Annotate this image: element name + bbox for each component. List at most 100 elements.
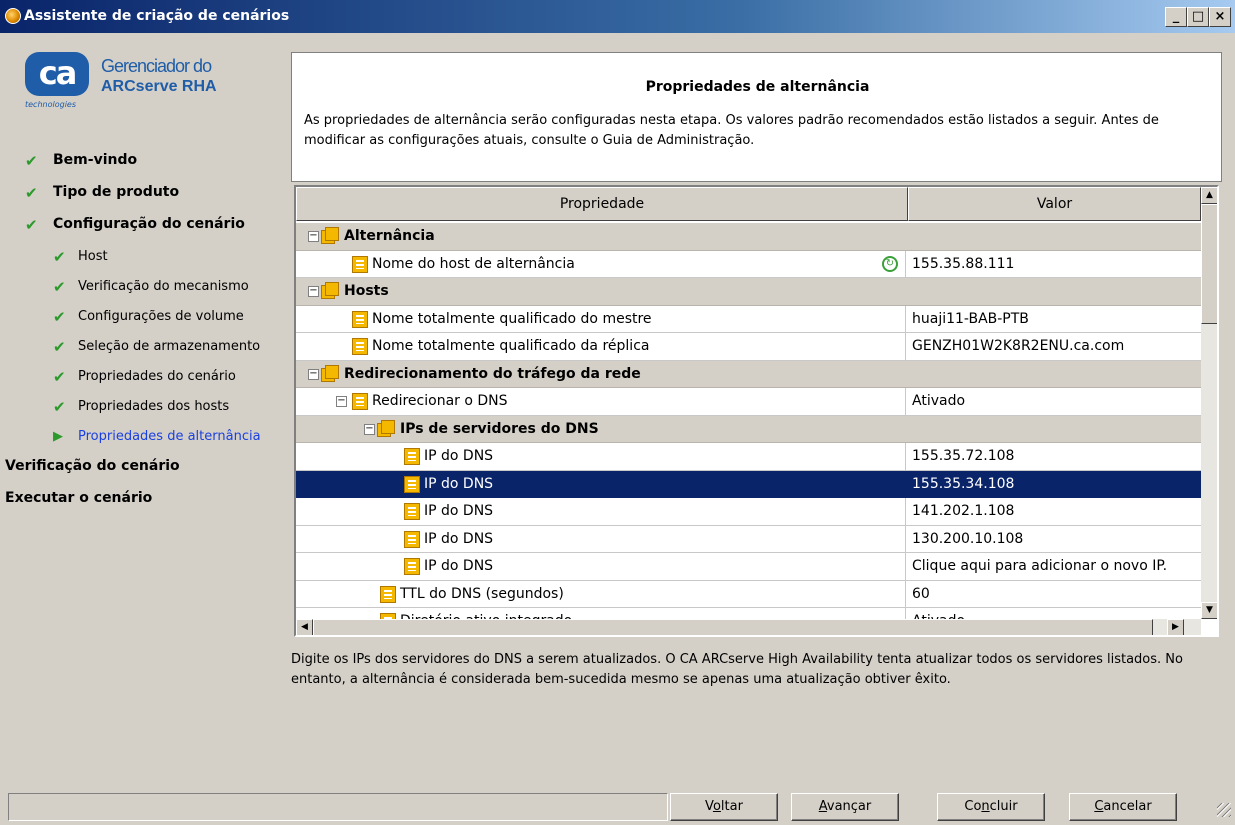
collapse-icon[interactable]: − <box>308 368 319 380</box>
check-icon: ✔ <box>53 308 66 326</box>
step-3[interactable]: ✔ Host <box>5 244 289 274</box>
grid-header: Propriedade Valor <box>296 187 1201 221</box>
value-cell[interactable]: 60 <box>906 581 1201 608</box>
property-label: IP do DNS <box>424 475 494 492</box>
step-6[interactable]: ✔ Seleção de armazenamento <box>5 334 289 364</box>
property-label: TTL do DNS (segundos) <box>400 585 564 602</box>
grid-property-row[interactable]: IP do DNS 130.200.10.108 <box>296 525 1201 553</box>
step-10[interactable]: Verificação do cenário <box>5 454 289 486</box>
property-help-text: Digite os IPs dos servidores do DNS a se… <box>291 652 1183 687</box>
value-cell[interactable]: 155.35.72.108 <box>906 443 1201 470</box>
ca-logo-tagline: technologies <box>25 100 76 109</box>
scroll-left-icon[interactable]: ◀ <box>296 619 313 635</box>
value-cell[interactable]: GENZH01W2K8R2ENU.ca.com <box>906 333 1201 360</box>
collapse-icon[interactable]: − <box>308 286 319 297</box>
step-list: ✔ Bem-vindo ✔ Tipo de produto ✔ Configuração … <box>5 148 289 518</box>
grid-property-row[interactable]: Nome totalmente qualificado do mestre hua… <box>296 305 1201 333</box>
vertical-scrollbar[interactable]: ▲ ▼ <box>1201 187 1217 619</box>
grid-group-row[interactable]: − Hosts <box>296 278 1201 306</box>
refresh-icon[interactable]: ↻ <box>882 255 898 272</box>
finish-button[interactable]: Concluir <box>937 793 1045 821</box>
product-name-line2: ARCserve RHA <box>101 78 217 95</box>
property-cell[interactable]: Nome totalmente qualificado da réplica <box>296 333 906 360</box>
horizontal-scrollbar[interactable]: ◀ ▶ <box>296 619 1201 635</box>
maximize-button[interactable]: □ <box>1187 7 1209 27</box>
property-cell[interactable]: TTL do DNS (segundos) <box>296 580 906 608</box>
check-icon: ✔ <box>25 216 38 234</box>
app-icon <box>5 8 21 24</box>
value-cell[interactable]: 141.202.1.108 <box>906 498 1201 525</box>
grid-group-row[interactable]: − Redirecionamento do tráfego da rede <box>296 360 1201 388</box>
property-cell[interactable]: − IPs de servidores do DNS <box>296 416 906 443</box>
step-8[interactable]: ✔ Propriedades dos hosts <box>5 394 289 424</box>
property-cell[interactable]: − Redirecionar o DNS <box>296 388 906 415</box>
cancel-button[interactable]: Cancelar <box>1069 793 1177 821</box>
check-icon: ✔ <box>53 398 66 416</box>
collapse-icon[interactable]: − <box>336 396 347 407</box>
close-button[interactable]: × <box>1209 7 1231 27</box>
collapse-icon[interactable]: − <box>364 423 375 435</box>
grid-property-row[interactable]: IP do DNS 155.35.34.108 <box>296 470 1201 498</box>
step-2[interactable]: ✔ Configuração do cenário <box>5 212 289 244</box>
grid-property-row[interactable]: IP do DNS 141.202.1.108 <box>296 498 1201 526</box>
property-cell[interactable]: IP do DNS <box>296 470 906 498</box>
step-9[interactable]: ▶ Propriedades de alternância <box>5 424 289 454</box>
step-11[interactable]: Executar o cenário <box>5 486 289 518</box>
property-cell[interactable]: Nome do host de alternância ↻ <box>296 250 906 278</box>
grid-property-row[interactable]: Nome totalmente qualificado da réplica GE… <box>296 333 1201 361</box>
value-cell[interactable]: 130.200.10.108 <box>906 526 1201 553</box>
scroll-right-icon[interactable]: ▶ <box>1167 619 1184 635</box>
step-4[interactable]: ✔ Verificação do mecanismo <box>5 274 289 304</box>
page-header: Propriedades de alternância As proprieda… <box>291 52 1222 182</box>
minimize-button[interactable]: _ <box>1165 7 1187 27</box>
property-icon <box>404 558 420 575</box>
grid-group-row[interactable]: − Alternância <box>296 223 1201 251</box>
step-label: Host <box>78 249 108 264</box>
step-7[interactable]: ✔ Propriedades do cenário <box>5 364 289 394</box>
horizontal-scroll-thumb[interactable] <box>313 619 1153 635</box>
step-label: Verificação do mecanismo <box>78 279 249 294</box>
step-label: Propriedades do cenário <box>78 369 236 384</box>
grid-property-row[interactable]: Nome do host de alternância ↻ 155.35.88.11… <box>296 250 1201 278</box>
step-label: Propriedades de alternância <box>78 429 261 444</box>
step-1[interactable]: ✔ Tipo de produto <box>5 180 289 212</box>
property-cell[interactable]: − Redirecionamento do tráfego da rede <box>296 361 906 388</box>
step-label: Tipo de produto <box>53 184 180 200</box>
property-icon <box>404 503 420 520</box>
property-cell[interactable]: Nome totalmente qualificado do mestre <box>296 305 906 333</box>
back-button[interactable]: Voltar <box>670 793 778 821</box>
check-icon: ✔ <box>25 184 38 202</box>
column-header-value[interactable]: Valor <box>908 187 1201 221</box>
next-button[interactable]: Avançar <box>791 793 899 821</box>
property-cell[interactable]: − Hosts <box>296 278 906 305</box>
column-header-property[interactable]: Propriedade <box>296 187 908 221</box>
grid-rows: − Alternância Nome do host de alternância ↻… <box>296 223 1201 635</box>
step-label: Executar o cenário <box>5 490 153 506</box>
grid-property-row[interactable]: IP do DNS Clique aqui para adicionar o no… <box>296 553 1201 581</box>
ca-logo: ca technologies Gerenciador do ARCserve … <box>25 50 285 130</box>
property-cell[interactable]: IP do DNS <box>296 443 906 470</box>
value-cell[interactable]: Clique aqui para adicionar o novo IP. <box>906 553 1201 580</box>
property-cell[interactable]: − Alternância <box>296 223 906 250</box>
grid-property-row[interactable]: TTL do DNS (segundos) 60 <box>296 580 1201 608</box>
property-icon <box>404 530 420 548</box>
grid-property-row[interactable]: IP do DNS 155.35.72.108 <box>296 443 1201 471</box>
scroll-up-icon[interactable]: ▲ <box>1201 187 1217 204</box>
property-cell[interactable]: IP do DNS <box>296 553 906 580</box>
value-cell[interactable]: huaji11-BAB-PTB <box>906 306 1201 333</box>
vertical-scroll-thumb[interactable] <box>1201 204 1217 324</box>
grid-group-row[interactable]: − IPs de servidores do DNS <box>296 415 1201 443</box>
value-cell[interactable]: 155.35.88.111 <box>906 251 1201 278</box>
step-0[interactable]: ✔ Bem-vindo <box>5 148 289 180</box>
finish-button-label: Co <box>964 799 982 814</box>
property-cell[interactable]: IP do DNS <box>296 525 906 553</box>
step-5[interactable]: ✔ Configurações de volume <box>5 304 289 334</box>
property-cell[interactable]: IP do DNS <box>296 498 906 525</box>
scroll-down-icon[interactable]: ▼ <box>1201 602 1217 619</box>
collapse-icon[interactable]: − <box>308 231 319 242</box>
resize-grip-icon[interactable] <box>1217 803 1231 817</box>
value-cell[interactable]: Ativado <box>906 388 1201 415</box>
value-cell[interactable]: 155.35.34.108 <box>906 470 1201 498</box>
back-button-label: V <box>705 799 713 814</box>
grid-property-row[interactable]: − Redirecionar o DNS Ativado <box>296 388 1201 416</box>
